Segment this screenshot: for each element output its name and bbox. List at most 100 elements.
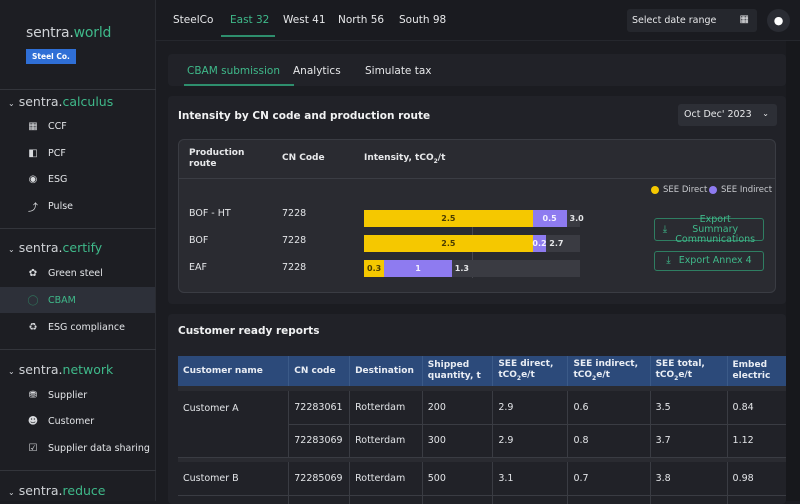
sidebar-item-esg[interactable]: ◉ ESG: [0, 166, 155, 192]
header-intensity: Intensity, tCO2/t: [364, 153, 445, 167]
embedded-cell: 0.84: [727, 391, 786, 425]
section-network: [0, 349, 156, 350]
route-cell: EAF: [189, 262, 207, 273]
section-title-calculus[interactable]: ⌄ sentra.calculus: [8, 94, 113, 109]
active-subtab-indicator: [184, 84, 294, 86]
sidebar-item-label: Supplier data sharing: [48, 442, 150, 454]
legend-see-direct: SEE Direct: [651, 185, 707, 195]
sidebar-item-label: CCF: [48, 120, 67, 132]
see-direct-cell: 2.9: [492, 391, 569, 425]
export-summary-button[interactable]: ⤓ Export Summary Communications: [654, 214, 764, 244]
sidebar-item-customer[interactable]: ☻ Customer: [0, 408, 155, 434]
see-total-cell: 3.5: [650, 391, 728, 425]
see-indirect-cell: [567, 495, 651, 504]
period-value: Oct Dec' 2023: [684, 109, 752, 120]
cn-cell: 72283061: [288, 391, 351, 425]
sidebar-item-pulse[interactable]: ⤴ Pulse: [0, 193, 155, 219]
reports-title: Customer ready reports: [178, 325, 320, 337]
sidebar-item-esg-compliance[interactable]: ♻ ESG compliance: [0, 314, 155, 340]
bar-total-label: 2.7: [549, 239, 564, 248]
section-prefix: sentra.: [18, 362, 63, 377]
col-destination[interactable]: Destination: [349, 356, 423, 386]
cn-cell: 7228: [282, 208, 307, 219]
intensity-table: Production route CN Code Intensity, tCO2…: [178, 139, 776, 293]
export-summary-label: Export Summary Communications: [675, 213, 756, 245]
circle-icon: ◯: [27, 294, 39, 306]
see-total-cell: [650, 495, 728, 504]
intensity-table-header: Production route CN Code Intensity, tCO2…: [179, 140, 775, 179]
tab-simulate-tax[interactable]: Simulate tax: [365, 65, 432, 77]
embedded-cell: [727, 495, 786, 504]
right-gutter: [786, 41, 800, 501]
sidebar-item-label: Pulse: [48, 200, 74, 212]
tab-south-98[interactable]: South 98: [399, 14, 446, 26]
date-range-placeholder: Select date range: [632, 15, 717, 26]
route-cell: BOF: [189, 235, 209, 246]
section-prefix: sentra.: [18, 483, 63, 498]
quantity-cell: 500: [422, 462, 494, 496]
bar-see-indirect: 1: [384, 260, 452, 277]
col-shipped-quantity[interactable]: Shipped quantity, t: [422, 356, 494, 386]
cn-cell: 7228: [282, 262, 307, 273]
sidebar-item-label: ESG: [48, 173, 68, 185]
brand-prefix: sentra.: [26, 25, 74, 41]
sidebar-item-cbam[interactable]: ◯ CBAM: [0, 287, 155, 313]
chevron-down-icon: ⌄: [8, 367, 15, 376]
section-title-network[interactable]: ⌄ sentra.network: [8, 362, 113, 377]
tab-analytics[interactable]: Analytics: [293, 65, 341, 77]
active-tab-indicator: [221, 35, 275, 37]
bar-total-label: 3.0: [569, 214, 584, 223]
sidebar-item-supplier[interactable]: ⛃ Supplier: [0, 382, 155, 408]
destination-cell: Rotterdam: [349, 391, 423, 425]
tab-west-41[interactable]: West 41: [283, 14, 326, 26]
tab-cbam-submission[interactable]: CBAM submission: [187, 65, 280, 77]
destination-cell: Rotterdam: [349, 462, 423, 496]
col-embedded-electricity[interactable]: Embed electric: [727, 356, 786, 386]
header-production-route: Production route: [189, 148, 245, 169]
tab-east-32[interactable]: East 32: [230, 14, 269, 26]
route-cell: BOF - HT: [189, 208, 231, 219]
sidebar-item-supplier-data-sharing[interactable]: ☑ Supplier data sharing: [0, 435, 155, 461]
customer-cell: Customer B: [178, 462, 290, 496]
see-indirect-cell: 0.8: [567, 424, 651, 458]
section-title-certify[interactable]: ⌄ sentra.certify: [8, 240, 102, 255]
period-select[interactable]: Oct Dec' 2023 ⌄: [678, 104, 777, 126]
legend-dot-indirect: [709, 186, 717, 194]
col-customer-name[interactable]: Customer name: [178, 356, 290, 386]
see-direct-cell: 3.1: [492, 462, 569, 496]
col-see-indirect[interactable]: SEE indirect, tCO2e/t: [567, 356, 651, 386]
sidebar-item-green-steel[interactable]: ✿ Green steel: [0, 260, 155, 286]
header-intensity-label: Intensity, tCO: [364, 153, 434, 163]
header-intensity-unit: /t: [437, 153, 446, 163]
tab-north-56[interactable]: North 56: [338, 14, 384, 26]
quantity-cell: 300: [422, 424, 494, 458]
export-annex-button[interactable]: ⤓ Export Annex 4: [654, 251, 764, 271]
truck-icon: ⛃: [28, 389, 38, 401]
destination-cell: [349, 495, 423, 504]
bar-see-indirect: 0.2: [532, 235, 547, 252]
sidebar-item-ccf[interactable]: ▦ CCF: [0, 113, 155, 139]
embedded-cell: 1.12: [727, 424, 786, 458]
quantity-cell: [422, 495, 494, 504]
section-prefix: sentra.: [18, 240, 63, 255]
cn-cell: 72285069: [288, 462, 351, 496]
sidebar-item-pcf[interactable]: ◧ PCF: [0, 140, 155, 166]
user-avatar-button[interactable]: ●: [767, 9, 790, 32]
see-total-cell: 3.7: [650, 424, 728, 458]
clipboard-icon: ☑: [28, 442, 38, 454]
cn-cell: [288, 495, 351, 504]
col-cn-code[interactable]: CN code: [288, 356, 351, 386]
cn-cell: 72283069: [288, 424, 351, 458]
legend-dot-direct: [651, 186, 659, 194]
bar-see-direct: 2.5: [364, 210, 533, 227]
section-title-reduce[interactable]: ⌄ sentra.reduce: [8, 483, 106, 498]
col-see-total[interactable]: SEE total, tCO2e/t: [650, 356, 728, 386]
tab-steelco[interactable]: SteelCo: [173, 14, 213, 26]
bar-see-direct: 0.3: [364, 260, 385, 277]
calendar-icon: ▦: [739, 14, 749, 25]
date-range-picker[interactable]: Select date range ▦: [627, 9, 757, 32]
col-see-direct[interactable]: SEE direct, tCO2e/t: [492, 356, 569, 386]
see-indirect-cell: 0.7: [567, 462, 651, 496]
export-annex-label: Export Annex 4: [678, 255, 752, 266]
section-reduce: [0, 470, 156, 471]
